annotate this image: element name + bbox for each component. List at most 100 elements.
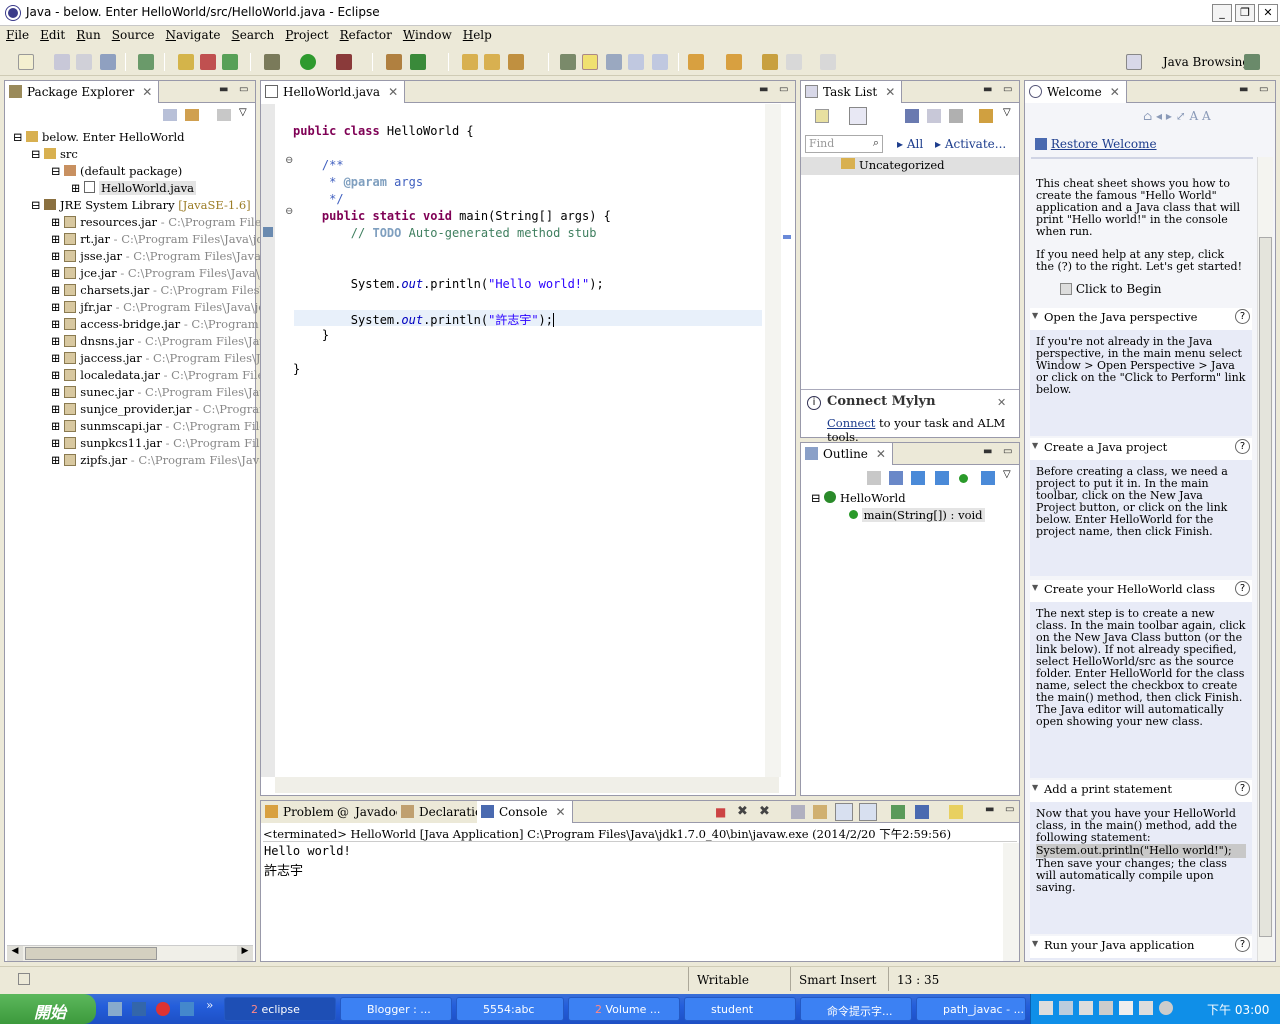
- code-line-7[interactable]: // TODO Auto-generated method stub: [293, 226, 597, 240]
- view-menu-icon[interactable]: ▽: [239, 107, 247, 118]
- code-line-4[interactable]: * @param args: [293, 175, 423, 189]
- new-server-icon[interactable]: [386, 54, 402, 70]
- taskbar-item-volume[interactable]: 2 Volume ...: [568, 997, 680, 1021]
- tree-item-jar[interactable]: ⊞ access-bridge.jar - C:\Program Files: [13, 316, 302, 333]
- editor-horizontal-scrollbar[interactable]: [275, 777, 779, 793]
- menu-help[interactable]: Help: [457, 26, 497, 42]
- focus-icon[interactable]: [217, 109, 231, 121]
- click-to-begin-link[interactable]: Click to Begin: [1036, 283, 1244, 295]
- list-item[interactable]: Uncategorized: [801, 157, 1019, 175]
- refresh-icon[interactable]: [410, 54, 426, 70]
- help-icon[interactable]: ?: [1235, 581, 1250, 596]
- section-header[interactable]: Open the Java perspective?: [1030, 308, 1252, 330]
- tray-input-icon[interactable]: [1139, 1001, 1153, 1015]
- editor-vertical-scrollbar[interactable]: [765, 104, 781, 777]
- hide-static-icon[interactable]: [935, 471, 949, 485]
- show-whitespace-icon[interactable]: [628, 54, 644, 70]
- tray-pen-icon[interactable]: [1059, 1001, 1073, 1015]
- minimize-view-icon[interactable]: ▬: [219, 84, 228, 95]
- open-perspective-icon[interactable]: [1126, 54, 1142, 70]
- menu-navigate[interactable]: Navigate: [159, 26, 225, 42]
- outline-item-class[interactable]: ⊟ HelloWorld: [811, 490, 985, 507]
- code-line-15[interactable]: }: [293, 362, 300, 376]
- hide-local-types-icon[interactable]: [981, 471, 995, 485]
- tray-help-icon[interactable]: [1159, 1001, 1173, 1015]
- taskbar-item-eclipse[interactable]: 2 eclipse: [224, 997, 336, 1021]
- mark-occurrences-icon[interactable]: [582, 54, 598, 70]
- back-icon[interactable]: [786, 54, 802, 70]
- save-all-icon[interactable]: [76, 54, 92, 70]
- next-annotation-icon[interactable]: [688, 54, 704, 70]
- code-line-10[interactable]: System.out.println("Hello world!");: [293, 277, 604, 291]
- minimize-view-icon[interactable]: ▬: [759, 84, 768, 95]
- code-line-6[interactable]: public static void main(String[] args) {: [293, 209, 611, 223]
- section-header[interactable]: Add a print statement?: [1030, 780, 1252, 802]
- help-icon[interactable]: ?: [1235, 937, 1250, 952]
- clear-console-icon[interactable]: [791, 805, 805, 819]
- minimize-view-icon[interactable]: ▬: [985, 804, 994, 815]
- tree-item-jar[interactable]: ⊞ resources.jar - C:\Program Files\Java\: [13, 214, 302, 231]
- tree-item-jar[interactable]: ⊞ jaccess.jar - C:\Program Files\Java\jd: [13, 350, 302, 367]
- link-with-editor-icon[interactable]: [185, 109, 199, 121]
- close-button[interactable]: ✕: [1258, 4, 1278, 22]
- sync-icon[interactable]: [949, 109, 963, 123]
- focus-icon[interactable]: [867, 471, 881, 485]
- menu-file[interactable]: File: [0, 26, 34, 42]
- collapse-all-icon[interactable]: [163, 109, 177, 121]
- taskbar-item-blogger[interactable]: Blogger : ...: [340, 997, 452, 1021]
- all-filter-link[interactable]: ▸ All: [897, 137, 923, 151]
- focus-icon[interactable]: [979, 109, 993, 123]
- new-class-icon[interactable]: [222, 54, 238, 70]
- hide-nonpublic-icon[interactable]: [959, 474, 968, 483]
- section-header[interactable]: Run your Java application?: [1030, 936, 1252, 958]
- forward-icon[interactable]: [820, 54, 836, 70]
- tray-security-icon[interactable]: [1119, 1001, 1133, 1015]
- maximize-view-icon[interactable]: ▭: [239, 84, 248, 95]
- tree-item-jar[interactable]: ⊞ sunpkcs11.jar - C:\Program Files\Ja: [13, 435, 302, 452]
- sort-icon[interactable]: [889, 471, 903, 485]
- collapse-icon[interactable]: [927, 109, 941, 123]
- horizontal-scrollbar[interactable]: ◀ ▶: [7, 945, 253, 961]
- new-icon[interactable]: [18, 54, 34, 70]
- welcome-toolbar-icons[interactable]: ⌂ ◂ ▸ ⤢ A A: [1143, 109, 1211, 123]
- restore-welcome-link[interactable]: Restore Welcome: [1035, 137, 1157, 151]
- build-icon[interactable]: [138, 54, 154, 70]
- code-line-5[interactable]: */: [293, 192, 343, 206]
- close-icon[interactable]: ✕: [388, 85, 398, 99]
- maximize-view-icon[interactable]: ▭: [1259, 84, 1268, 95]
- menu-window[interactable]: Window: [397, 26, 457, 42]
- minimize-view-icon[interactable]: ▬: [983, 84, 992, 95]
- taskbar-item-emulator[interactable]: 5554:abc: [456, 997, 564, 1021]
- tab-package-explorer[interactable]: Package Explorer ✕: [5, 81, 160, 103]
- tree-item-project[interactable]: ⊟ below. Enter HelloWorld: [13, 129, 302, 146]
- close-icon[interactable]: ✕: [1110, 85, 1120, 99]
- tab-console[interactable]: Console ✕: [477, 801, 573, 823]
- menu-refactor[interactable]: Refactor: [334, 26, 397, 42]
- activate-link[interactable]: ▸ Activate...: [935, 137, 1006, 151]
- close-icon[interactable]: ✕: [885, 85, 895, 99]
- start-button[interactable]: 開始: [0, 994, 96, 1024]
- tree-item-jar[interactable]: ⊞ sunec.jar - C:\Program Files\Java\jdk1: [13, 384, 302, 401]
- show-stdout-icon[interactable]: [835, 803, 853, 821]
- open-folder-icon[interactable]: [484, 54, 500, 70]
- scroll-left-icon[interactable]: ◀: [7, 946, 23, 961]
- java-perspective-icon[interactable]: [1244, 54, 1260, 70]
- perspective-java-browsing[interactable]: Java Browsing: [1163, 55, 1250, 69]
- taskbar-item-cmd[interactable]: 命令提示字...: [800, 997, 912, 1021]
- close-icon[interactable]: ✕: [555, 805, 565, 819]
- remove-all-icon[interactable]: ✖: [759, 804, 770, 819]
- tree-item-default-package[interactable]: ⊟ (default package): [13, 163, 302, 180]
- tree-item-jar[interactable]: ⊞ jfr.jar - C:\Program Files\Java\jdk1.7: [13, 299, 302, 316]
- code-line-12[interactable]: System.out.println("許志宇");: [293, 311, 562, 328]
- tree-item-jar[interactable]: ⊞ jce.jar - C:\Program Files\Java\jdk1.: [13, 265, 302, 282]
- minimize-button[interactable]: _: [1212, 4, 1232, 22]
- code-line-3[interactable]: /**: [293, 158, 344, 172]
- terminate-icon[interactable]: ■: [715, 805, 726, 819]
- tree-item-helloworld-java[interactable]: ⊞ HelloWorld.java: [13, 180, 302, 197]
- maximize-button[interactable]: ❐: [1235, 4, 1255, 22]
- tree-item-jar[interactable]: ⊞ sunjce_provider.jar - C:\Program Fi: [13, 401, 302, 418]
- last-edit-icon[interactable]: [762, 54, 778, 70]
- scroll-right-icon[interactable]: ▶: [237, 946, 253, 961]
- section-header[interactable]: Create your HelloWorld class?: [1030, 580, 1252, 602]
- tree-item-jar[interactable]: ⊞ localedata.jar - C:\Program Files\Jav: [13, 367, 302, 384]
